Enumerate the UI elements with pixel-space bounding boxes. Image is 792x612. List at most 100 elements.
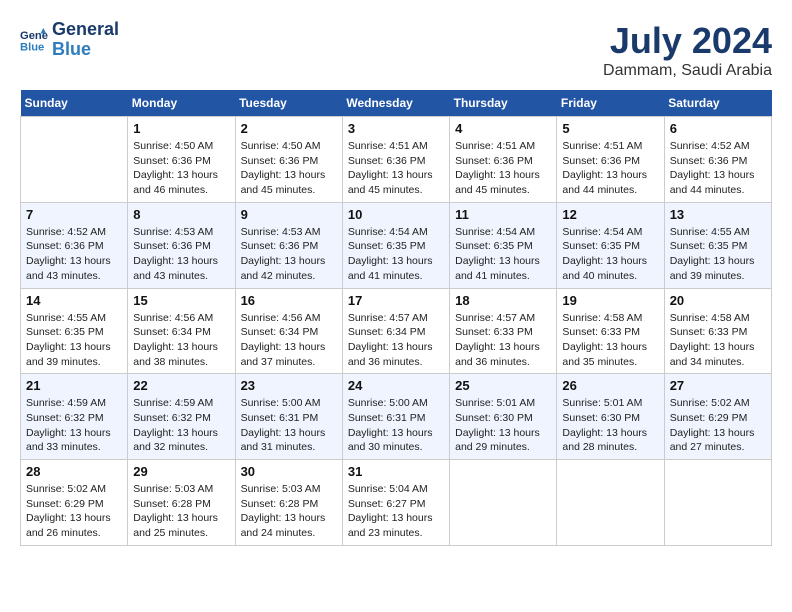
cell-info: Sunrise: 4:55 AMSunset: 6:35 PMDaylight:… <box>26 311 122 370</box>
cell-info: Sunrise: 4:54 AMSunset: 6:35 PMDaylight:… <box>455 225 551 284</box>
calendar-week-row: 7 Sunrise: 4:52 AMSunset: 6:36 PMDaylight… <box>21 202 772 288</box>
table-row: 14 Sunrise: 4:55 AMSunset: 6:35 PMDayligh… <box>21 288 128 374</box>
table-row: 19Sunrise: 4:58 AMSunset: 6:33 PMDayligh… <box>557 288 664 374</box>
cell-info: Sunrise: 4:54 AMSunset: 6:35 PMDaylight:… <box>562 225 658 284</box>
table-row: 2 Sunrise: 4:50 AMSunset: 6:36 PMDaylight… <box>235 117 342 203</box>
day-number: 16 <box>241 293 337 308</box>
col-tuesday: Tuesday <box>235 90 342 117</box>
day-number: 12 <box>562 207 658 222</box>
cell-info: Sunrise: 4:54 AMSunset: 6:35 PMDaylight:… <box>348 225 444 284</box>
day-number: 25 <box>455 378 551 393</box>
table-row: 15 Sunrise: 4:56 AMSunset: 6:34 PMDayligh… <box>128 288 235 374</box>
cell-info: Sunrise: 4:55 AMSunset: 6:35 PMDaylight:… <box>670 225 766 284</box>
day-number: 23 <box>241 378 337 393</box>
day-number: 8 <box>133 207 229 222</box>
table-row: 28Sunrise: 5:02 AMSunset: 6:29 PMDayligh… <box>21 460 128 546</box>
page-header: General Blue General Blue July 2024 Damm… <box>20 20 772 80</box>
day-number: 26 <box>562 378 658 393</box>
day-number: 19 <box>562 293 658 308</box>
day-number: 13 <box>670 207 766 222</box>
table-row: 10 Sunrise: 4:54 AMSunset: 6:35 PMDayligh… <box>342 202 449 288</box>
table-row: 27 Sunrise: 5:02 AMSunset: 6:29 PMDayligh… <box>664 374 771 460</box>
day-number: 17 <box>348 293 444 308</box>
calendar-week-row: 1Sunrise: 4:50 AMSunset: 6:36 PMDaylight… <box>21 117 772 203</box>
cell-info: Sunrise: 4:51 AMSunset: 6:36 PMDaylight:… <box>348 139 444 198</box>
table-row: 16 Sunrise: 4:56 AMSunset: 6:34 PMDayligh… <box>235 288 342 374</box>
cell-info: Sunrise: 4:56 AMSunset: 6:34 PMDaylight:… <box>133 311 229 370</box>
day-number: 7 <box>26 207 122 222</box>
cell-info: Sunrise: 4:57 AMSunset: 6:34 PMDaylight:… <box>348 311 444 370</box>
calendar-week-row: 21 Sunrise: 4:59 AMSunset: 6:32 PMDayligh… <box>21 374 772 460</box>
cell-info: Sunrise: 4:56 AMSunset: 6:34 PMDaylight:… <box>241 311 337 370</box>
table-row: 26 Sunrise: 5:01 AMSunset: 6:30 PMDayligh… <box>557 374 664 460</box>
table-row: 1Sunrise: 4:50 AMSunset: 6:36 PMDaylight… <box>128 117 235 203</box>
day-number: 21 <box>26 378 122 393</box>
table-row <box>21 117 128 203</box>
logo-icon: General Blue <box>20 26 48 54</box>
table-row: 18Sunrise: 4:57 AMSunset: 6:33 PMDayligh… <box>450 288 557 374</box>
svg-text:Blue: Blue <box>20 41 44 53</box>
table-row: 25 Sunrise: 5:01 AMSunset: 6:30 PMDayligh… <box>450 374 557 460</box>
calendar-week-row: 14 Sunrise: 4:55 AMSunset: 6:35 PMDayligh… <box>21 288 772 374</box>
cell-info: Sunrise: 4:51 AMSunset: 6:36 PMDaylight:… <box>562 139 658 198</box>
cell-info: Sunrise: 4:52 AMSunset: 6:36 PMDaylight:… <box>26 225 122 284</box>
table-row: 13 Sunrise: 4:55 AMSunset: 6:35 PMDayligh… <box>664 202 771 288</box>
table-row: 9Sunrise: 4:53 AMSunset: 6:36 PMDaylight… <box>235 202 342 288</box>
day-number: 14 <box>26 293 122 308</box>
calendar-week-row: 28Sunrise: 5:02 AMSunset: 6:29 PMDayligh… <box>21 460 772 546</box>
table-row: 3 Sunrise: 4:51 AMSunset: 6:36 PMDaylight… <box>342 117 449 203</box>
cell-info: Sunrise: 4:50 AMSunset: 6:36 PMDaylight:… <box>241 139 337 198</box>
table-row <box>557 460 664 546</box>
day-number: 6 <box>670 121 766 136</box>
day-number: 10 <box>348 207 444 222</box>
cell-info: Sunrise: 4:59 AMSunset: 6:32 PMDaylight:… <box>133 396 229 455</box>
table-row: 23 Sunrise: 5:00 AMSunset: 6:31 PMDayligh… <box>235 374 342 460</box>
table-row: 8Sunrise: 4:53 AMSunset: 6:36 PMDaylight… <box>128 202 235 288</box>
table-row: 5 Sunrise: 4:51 AMSunset: 6:36 PMDaylight… <box>557 117 664 203</box>
day-number: 22 <box>133 378 229 393</box>
cell-info: Sunrise: 5:03 AMSunset: 6:28 PMDaylight:… <box>241 482 337 541</box>
col-monday: Monday <box>128 90 235 117</box>
calendar-header-row: Sunday Monday Tuesday Wednesday Thursday… <box>21 90 772 117</box>
col-friday: Friday <box>557 90 664 117</box>
table-row: 31Sunrise: 5:04 AMSunset: 6:27 PMDayligh… <box>342 460 449 546</box>
cell-info: Sunrise: 5:01 AMSunset: 6:30 PMDaylight:… <box>455 396 551 455</box>
cell-info: Sunrise: 5:04 AMSunset: 6:27 PMDaylight:… <box>348 482 444 541</box>
day-number: 24 <box>348 378 444 393</box>
cell-info: Sunrise: 4:51 AMSunset: 6:36 PMDaylight:… <box>455 139 551 198</box>
logo-text: General Blue <box>52 20 119 60</box>
day-number: 2 <box>241 121 337 136</box>
col-wednesday: Wednesday <box>342 90 449 117</box>
table-row: 17 Sunrise: 4:57 AMSunset: 6:34 PMDayligh… <box>342 288 449 374</box>
day-number: 15 <box>133 293 229 308</box>
table-row: 30Sunrise: 5:03 AMSunset: 6:28 PMDayligh… <box>235 460 342 546</box>
cell-info: Sunrise: 4:52 AMSunset: 6:36 PMDaylight:… <box>670 139 766 198</box>
cell-info: Sunrise: 5:02 AMSunset: 6:29 PMDaylight:… <box>26 482 122 541</box>
col-thursday: Thursday <box>450 90 557 117</box>
cell-info: Sunrise: 5:02 AMSunset: 6:29 PMDaylight:… <box>670 396 766 455</box>
cell-info: Sunrise: 5:00 AMSunset: 6:31 PMDaylight:… <box>241 396 337 455</box>
table-row <box>450 460 557 546</box>
day-number: 9 <box>241 207 337 222</box>
cell-info: Sunrise: 5:01 AMSunset: 6:30 PMDaylight:… <box>562 396 658 455</box>
table-row: 11Sunrise: 4:54 AMSunset: 6:35 PMDayligh… <box>450 202 557 288</box>
day-number: 3 <box>348 121 444 136</box>
table-row: 4 Sunrise: 4:51 AMSunset: 6:36 PMDaylight… <box>450 117 557 203</box>
table-row: 6 Sunrise: 4:52 AMSunset: 6:36 PMDaylight… <box>664 117 771 203</box>
logo: General Blue General Blue <box>20 20 119 60</box>
cell-info: Sunrise: 4:59 AMSunset: 6:32 PMDaylight:… <box>26 396 122 455</box>
cell-info: Sunrise: 5:03 AMSunset: 6:28 PMDaylight:… <box>133 482 229 541</box>
day-number: 18 <box>455 293 551 308</box>
table-row: 21 Sunrise: 4:59 AMSunset: 6:32 PMDayligh… <box>21 374 128 460</box>
table-row <box>664 460 771 546</box>
day-number: 5 <box>562 121 658 136</box>
cell-info: Sunrise: 4:58 AMSunset: 6:33 PMDaylight:… <box>670 311 766 370</box>
table-row: 20Sunrise: 4:58 AMSunset: 6:33 PMDayligh… <box>664 288 771 374</box>
table-row: 22 Sunrise: 4:59 AMSunset: 6:32 PMDayligh… <box>128 374 235 460</box>
table-row: 29Sunrise: 5:03 AMSunset: 6:28 PMDayligh… <box>128 460 235 546</box>
day-number: 4 <box>455 121 551 136</box>
day-number: 27 <box>670 378 766 393</box>
table-row: 12 Sunrise: 4:54 AMSunset: 6:35 PMDayligh… <box>557 202 664 288</box>
cell-info: Sunrise: 5:00 AMSunset: 6:31 PMDaylight:… <box>348 396 444 455</box>
cell-info: Sunrise: 4:50 AMSunset: 6:36 PMDaylight:… <box>133 139 229 198</box>
